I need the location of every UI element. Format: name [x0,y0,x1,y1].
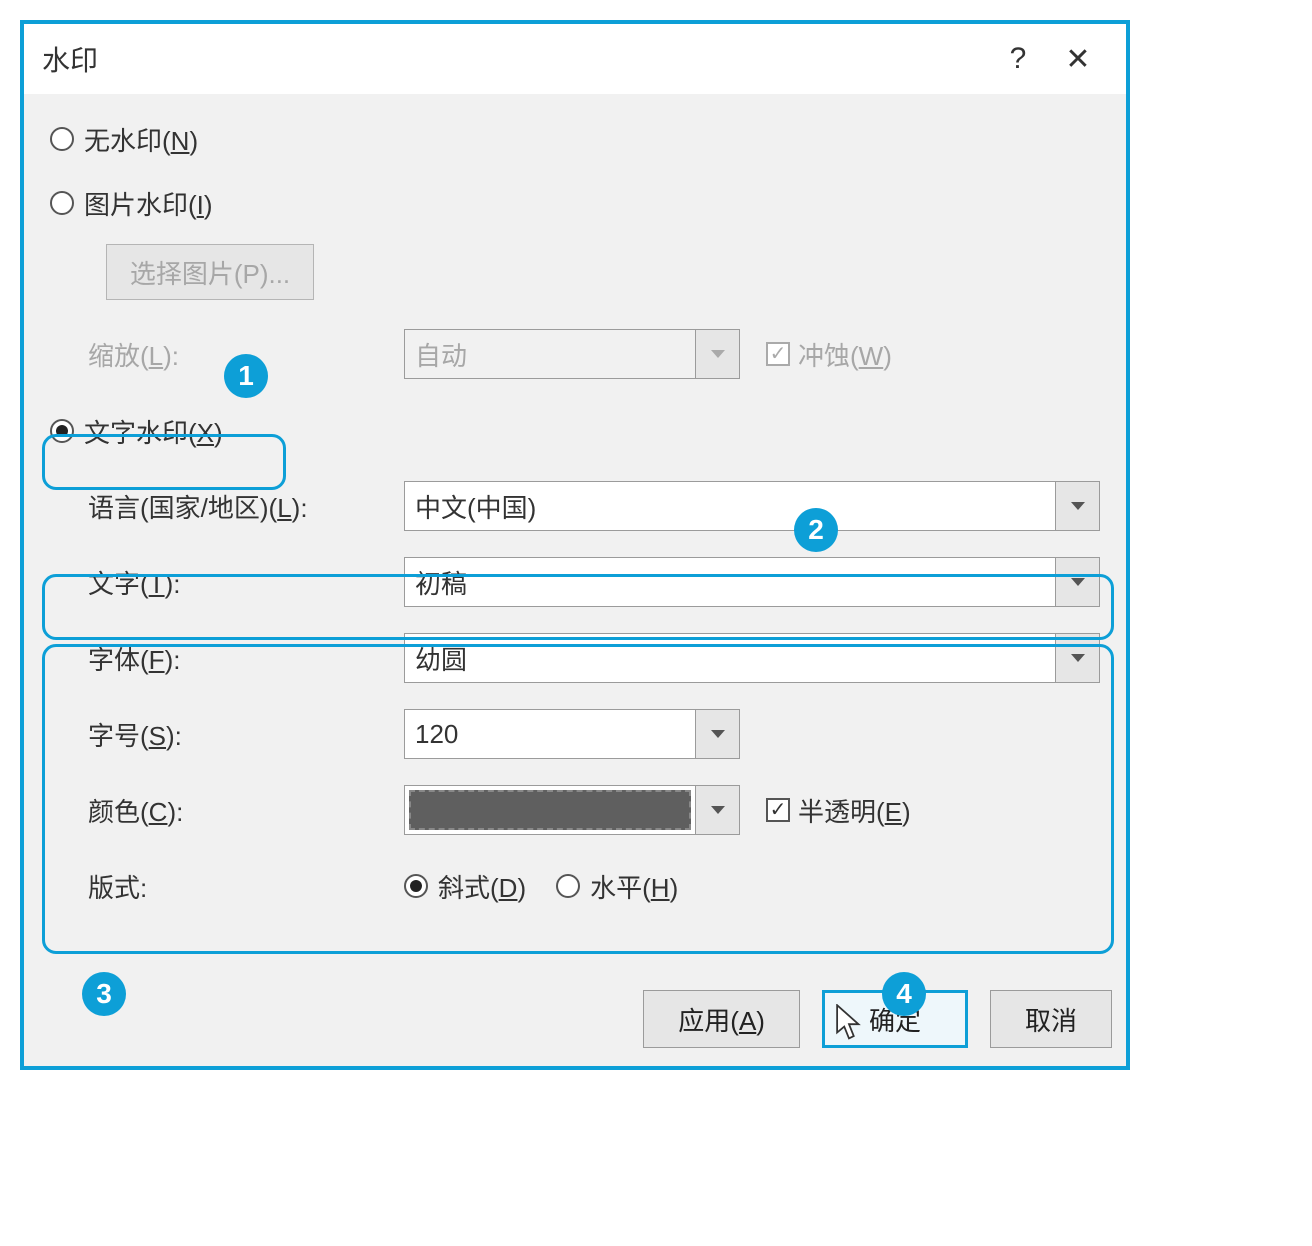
radio-icon [50,419,74,443]
dialog-title: 水印 [42,39,988,79]
cancel-label: 取消 [1025,1001,1077,1038]
radio-picture-watermark-label: 图片水印(I) [84,185,213,222]
annotation-badge-2: 2 [794,508,838,552]
language-value: 中文(中国) [405,482,1055,530]
layout-diagonal-radio[interactable]: 斜式(D) [404,859,526,913]
chevron-down-icon[interactable] [1055,482,1099,530]
select-picture-button: 选择图片(P)... [106,244,314,300]
close-icon[interactable]: ✕ [1048,29,1108,89]
cancel-button[interactable]: 取消 [990,990,1112,1048]
font-combobox[interactable]: 幼圆 [404,633,1100,683]
size-value: 120 [405,710,695,758]
size-label: 字号(S): [88,716,404,753]
language-row: 语言(国家/地区)(L): 中文(中国) [50,468,1100,544]
color-label: 颜色(C): [88,792,404,829]
font-row: 字体(F): 幼圆 [50,620,1100,696]
annotation-badge-3: 3 [82,972,126,1016]
layout-label: 版式: [88,868,404,905]
size-row: 字号(S): 120 [50,696,1100,772]
radio-icon [404,874,428,898]
radio-icon [50,191,74,215]
color-row: 颜色(C): 半透明(E) [50,772,1100,848]
radio-icon [556,874,580,898]
language-combobox[interactable]: 中文(中国) [404,481,1100,531]
dialog-buttons: 应用(A) 确定 取消 [643,990,1112,1048]
font-label: 字体(F): [88,640,404,677]
semitransparent-checkbox[interactable] [766,798,790,822]
apply-button[interactable]: 应用(A) [643,990,800,1048]
watermark-dialog: 水印 ? ✕ 无水印(N) 图片水印(I) 选择图片(P)... 缩放(L): … [20,20,1130,1070]
annotation-badge-4: 4 [882,972,926,1016]
radio-icon [50,127,74,151]
chevron-down-icon [695,330,739,378]
size-combobox[interactable]: 120 [404,709,740,759]
layout-horizontal-label: 水平(H) [590,868,678,905]
scale-combobox: 自动 [404,329,740,379]
radio-picture-watermark[interactable]: 图片水印(I) [50,176,1100,230]
color-combobox[interactable] [404,785,740,835]
layout-horizontal-radio[interactable]: 水平(H) [556,859,678,913]
radio-no-watermark-label: 无水印(N) [84,121,198,158]
select-picture-label: 选择图片(P)... [130,254,290,291]
dialog-body: 无水印(N) 图片水印(I) 选择图片(P)... 缩放(L): 自动 冲蚀(W… [24,94,1126,924]
annotation-badge-1: 1 [224,354,268,398]
scale-value: 自动 [405,330,695,378]
washout-checkbox [766,342,790,366]
color-swatch [409,790,691,830]
language-label: 语言(国家/地区)(L): [88,488,404,525]
radio-text-watermark-label: 文字水印(X) [84,413,223,450]
title-bar: 水印 ? ✕ [24,24,1126,94]
radio-text-watermark[interactable]: 文字水印(X) [50,404,1100,458]
cursor-icon [834,1004,864,1042]
chevron-down-icon[interactable] [695,786,739,834]
semitransparent-label: 半透明(E) [798,792,911,829]
scale-row: 缩放(L): 自动 冲蚀(W) [50,316,1100,392]
text-value: 初稿 [405,558,1055,606]
layout-row: 版式: 斜式(D) 水平(H) [50,848,1100,924]
chevron-down-icon[interactable] [1055,634,1099,682]
apply-label: 应用(A) [678,1001,765,1038]
text-combobox[interactable]: 初稿 [404,557,1100,607]
chevron-down-icon[interactable] [695,710,739,758]
text-row: 文字(T): 初稿 [50,544,1100,620]
font-value: 幼圆 [405,634,1055,682]
text-label: 文字(T): [88,564,404,601]
layout-diagonal-label: 斜式(D) [438,868,526,905]
washout-label: 冲蚀(W) [798,336,892,373]
chevron-down-icon[interactable] [1055,558,1099,606]
radio-no-watermark[interactable]: 无水印(N) [50,112,1100,166]
help-icon[interactable]: ? [988,29,1048,89]
